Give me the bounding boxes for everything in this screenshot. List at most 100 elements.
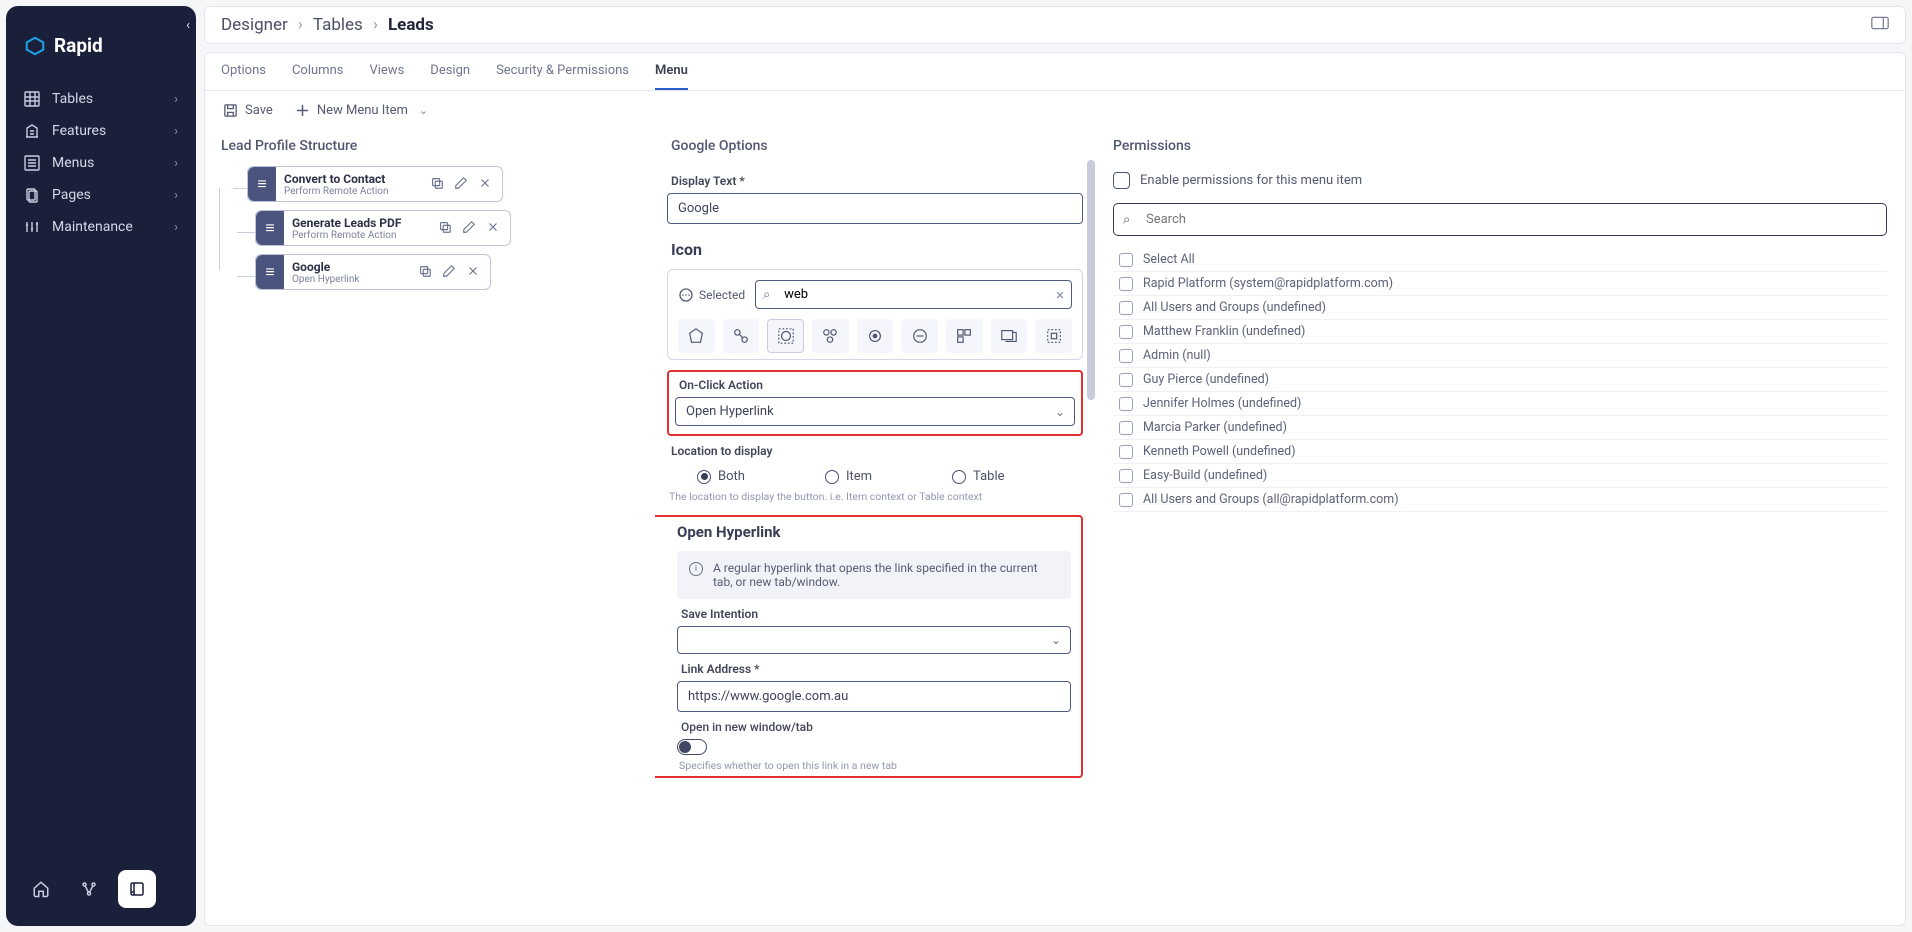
integrations-button[interactable] xyxy=(70,870,108,908)
save-intention-select[interactable] xyxy=(677,626,1071,654)
icon-option[interactable] xyxy=(812,319,849,353)
enable-permissions-toggle[interactable]: Enable permissions for this menu item xyxy=(1113,166,1887,203)
permissions-search-input[interactable] xyxy=(1113,203,1887,236)
sidebar-item-maintenance[interactable]: Maintenance › xyxy=(14,211,188,243)
search-icon: ⌕ xyxy=(763,287,770,302)
open-new-tab-toggle[interactable] xyxy=(677,739,707,755)
radio-both[interactable]: Both xyxy=(697,469,745,484)
icon-option[interactable] xyxy=(1035,319,1072,353)
drag-handle-icon[interactable]: ≡ xyxy=(248,167,276,201)
info-icon: i xyxy=(689,562,703,576)
new-menu-item-button[interactable]: New Menu Item ⌄ xyxy=(295,103,428,118)
icon-option[interactable] xyxy=(901,319,938,353)
home-button[interactable] xyxy=(22,870,60,908)
menu-item-generate[interactable]: ≡ Generate Leads PDF Perform Remote Acti… xyxy=(255,210,511,246)
display-text-input[interactable] xyxy=(667,193,1083,224)
drag-handle-icon[interactable]: ≡ xyxy=(256,211,284,245)
tab-security[interactable]: Security & Permissions xyxy=(496,63,629,90)
nav-label: Pages xyxy=(52,187,91,203)
edit-icon[interactable] xyxy=(450,171,472,198)
permissions-title: Permissions xyxy=(1113,130,1887,166)
permission-row[interactable]: Rapid Platform (system@rapidplatform.com… xyxy=(1113,272,1887,296)
clear-icon[interactable]: × xyxy=(1056,286,1064,304)
tab-views[interactable]: Views xyxy=(369,63,404,90)
menu-item-title: Generate Leads PDF xyxy=(292,216,426,230)
icon-option[interactable] xyxy=(767,319,804,353)
copy-icon[interactable] xyxy=(414,259,436,286)
menu-item-title: Convert to Contact xyxy=(284,172,418,186)
permission-row[interactable]: All Users and Groups (undefined) xyxy=(1113,296,1887,320)
pages-icon xyxy=(24,187,40,203)
chevron-right-icon: › xyxy=(373,15,378,35)
options-column: Google Options Display Text * Icon Selec… xyxy=(655,130,1095,925)
icon-option[interactable] xyxy=(857,319,894,353)
checkbox-icon xyxy=(1113,172,1130,189)
delete-icon[interactable] xyxy=(482,215,504,242)
icon-option[interactable] xyxy=(723,319,760,353)
checkbox-icon xyxy=(1119,397,1133,411)
permission-row[interactable]: Guy Pierce (undefined) xyxy=(1113,368,1887,392)
save-icon xyxy=(223,103,238,118)
sidebar-item-tables[interactable]: Tables › xyxy=(14,83,188,115)
icon-option[interactable] xyxy=(678,319,715,353)
checkbox-icon xyxy=(1119,301,1133,315)
breadcrumb: Designer › Tables › Leads xyxy=(204,6,1906,44)
edit-icon[interactable] xyxy=(438,259,460,286)
sidebar-collapse-icon[interactable]: ‹ xyxy=(186,18,190,33)
permission-row[interactable]: Jennifer Holmes (undefined) xyxy=(1113,392,1887,416)
designer-button[interactable] xyxy=(118,870,156,908)
copy-icon[interactable] xyxy=(434,215,456,242)
menu-item-convert[interactable]: ≡ Convert to Contact Perform Remote Acti… xyxy=(247,166,503,202)
tab-columns[interactable]: Columns xyxy=(292,63,344,90)
radio-item[interactable]: Item xyxy=(825,469,872,484)
checkbox-icon xyxy=(1119,493,1133,507)
checkbox-icon xyxy=(1119,373,1133,387)
structure-title: Lead Profile Structure xyxy=(205,130,651,166)
link-address-label: Link Address * xyxy=(681,662,1071,676)
icon-option[interactable] xyxy=(946,319,983,353)
tab-menu[interactable]: Menu xyxy=(655,63,688,90)
breadcrumb-tables[interactable]: Tables xyxy=(313,15,363,35)
info-text: A regular hyperlink that opens the link … xyxy=(713,561,1059,589)
chevron-right-icon: › xyxy=(174,220,178,235)
enable-label: Enable permissions for this menu item xyxy=(1140,173,1362,188)
permission-row[interactable]: Marcia Parker (undefined) xyxy=(1113,416,1887,440)
expand-icon[interactable] xyxy=(1871,15,1889,35)
permission-row[interactable]: Matthew Franklin (undefined) xyxy=(1113,320,1887,344)
breadcrumb-designer[interactable]: Designer xyxy=(221,15,288,35)
select-all-row[interactable]: Select All xyxy=(1113,248,1887,272)
checkbox-icon xyxy=(1119,421,1133,435)
on-click-select[interactable]: Open Hyperlink xyxy=(675,397,1075,426)
edit-icon[interactable] xyxy=(458,215,480,242)
sidebar-item-menus[interactable]: Menus › xyxy=(14,147,188,179)
search-icon: ⌕ xyxy=(1123,212,1130,227)
save-label: Save xyxy=(245,103,273,118)
permission-row[interactable]: All Users and Groups (all@rapidplatform.… xyxy=(1113,488,1887,512)
display-text-label: Display Text * xyxy=(671,174,1083,188)
logo: Rapid xyxy=(14,18,188,83)
checkbox-icon xyxy=(1119,253,1133,267)
sidebar-item-pages[interactable]: Pages › xyxy=(14,179,188,211)
chevron-down-icon: ⌄ xyxy=(419,104,428,117)
icon-search-input[interactable] xyxy=(755,280,1072,309)
nav-list: Tables › Features › Menus › Pages › Main… xyxy=(14,83,188,864)
link-address-input[interactable] xyxy=(677,681,1071,712)
delete-icon[interactable] xyxy=(462,259,484,286)
radio-table[interactable]: Table xyxy=(952,469,1004,484)
tab-options[interactable]: Options xyxy=(221,63,266,90)
drag-handle-icon[interactable]: ≡ xyxy=(256,255,284,289)
save-button[interactable]: Save xyxy=(223,103,273,118)
tab-design[interactable]: Design xyxy=(430,63,470,90)
scrollbar[interactable] xyxy=(1087,160,1095,400)
sidebar-item-features[interactable]: Features › xyxy=(14,115,188,147)
chevron-right-icon: › xyxy=(298,15,303,35)
list-icon xyxy=(24,155,40,171)
icon-option[interactable] xyxy=(991,319,1028,353)
permission-row[interactable]: Kenneth Powell (undefined) xyxy=(1113,440,1887,464)
menu-item-google[interactable]: ≡ Google Open Hyperlink xyxy=(255,254,491,290)
delete-icon[interactable] xyxy=(474,171,496,198)
ellipsis-circle-icon xyxy=(678,287,694,303)
permission-row[interactable]: Easy-Build (undefined) xyxy=(1113,464,1887,488)
permission-row[interactable]: Admin (null) xyxy=(1113,344,1887,368)
copy-icon[interactable] xyxy=(426,171,448,198)
